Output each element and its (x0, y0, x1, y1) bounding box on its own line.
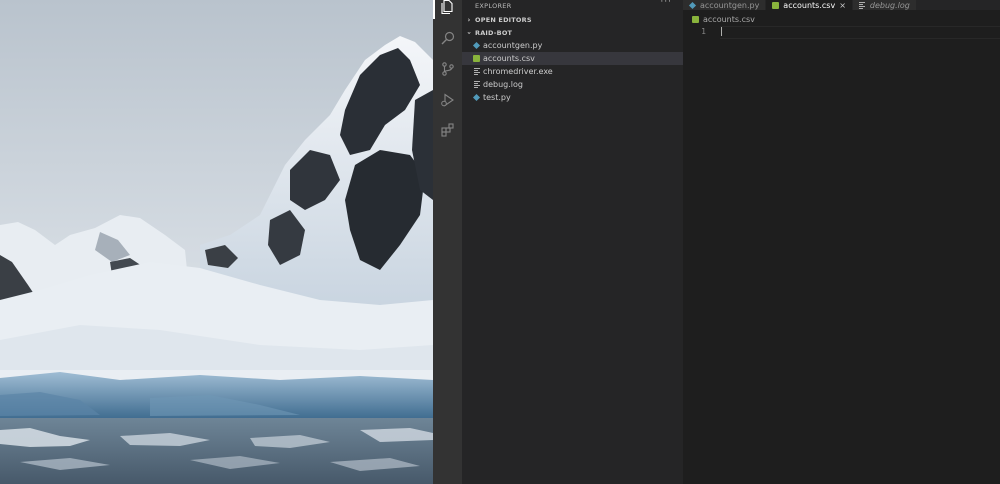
tab-label: accountgen.py (700, 0, 760, 10)
search-icon (441, 31, 454, 44)
breadcrumb[interactable]: accounts.csv (683, 13, 755, 25)
python-file-icon (472, 93, 481, 102)
tab-label: accounts.csv (783, 0, 836, 10)
file-item-accounts[interactable]: accounts.csv (462, 52, 683, 65)
desktop-wallpaper (0, 0, 433, 484)
open-editors-section[interactable]: › OPEN EDITORS (462, 13, 683, 26)
project-folder-label: RAID-BOT (475, 28, 513, 37)
line-number: 1 (701, 27, 706, 36)
tab-debug-log[interactable]: debug.log (852, 0, 917, 10)
open-editors-label: OPEN EDITORS (475, 15, 532, 24)
text-file-icon (859, 1, 866, 9)
python-file-icon (688, 1, 697, 9)
search-activity-button[interactable] (433, 23, 462, 52)
editor-tabs: accountgen.py accounts.csv × debug.log (683, 0, 1000, 10)
file-name: accounts.csv (483, 54, 535, 63)
close-icon[interactable]: × (839, 1, 846, 10)
current-line-highlight (720, 26, 1000, 39)
file-name: debug.log (483, 80, 523, 89)
run-debug-icon (440, 92, 454, 107)
csv-file-icon (772, 1, 780, 9)
source-control-activity-button[interactable] (433, 54, 462, 83)
run-debug-activity-button[interactable] (433, 85, 462, 114)
chevron-down-icon: › (465, 30, 473, 35)
csv-file-icon (473, 55, 480, 62)
files-icon (440, 0, 453, 14)
text-file-icon (473, 68, 480, 75)
code-editor[interactable]: 1 (683, 26, 1000, 39)
breadcrumb-file[interactable]: accounts.csv (703, 15, 755, 24)
python-file-icon (472, 41, 481, 50)
file-item-test[interactable]: test.py (462, 91, 683, 104)
chevron-right-icon: › (467, 15, 471, 24)
explorer-activity-button[interactable] (433, 0, 462, 21)
csv-file-icon (692, 15, 699, 23)
file-name: accountgen.py (483, 41, 543, 50)
file-name: test.py (483, 93, 511, 102)
ellipsis-icon[interactable]: ··· (660, 0, 672, 7)
editor-area: accountgen.py accounts.csv × debug.log a… (683, 0, 1000, 484)
mountain-landscape-image (0, 0, 433, 484)
source-control-icon (441, 61, 454, 76)
activity-bar (433, 0, 462, 484)
extensions-activity-button[interactable] (433, 115, 462, 144)
tab-accountgen[interactable]: accountgen.py (683, 0, 767, 10)
project-folder-section[interactable]: › RAID-BOT (462, 26, 683, 39)
text-cursor (721, 27, 722, 36)
text-file-icon (473, 81, 480, 88)
explorer-sidebar: EXPLORER ··· › OPEN EDITORS › RAID-BOT a… (462, 0, 683, 484)
file-item-chromedriver[interactable]: chromedriver.exe (462, 65, 683, 78)
explorer-header: EXPLORER ··· (462, 0, 683, 11)
tab-label: debug.log (869, 0, 910, 10)
file-item-debug-log[interactable]: debug.log (462, 78, 683, 91)
vscode-window: EXPLORER ··· › OPEN EDITORS › RAID-BOT a… (433, 0, 1000, 484)
file-item-accountgen[interactable]: accountgen.py (462, 39, 683, 52)
tab-accounts-csv[interactable]: accounts.csv × (766, 0, 853, 10)
explorer-title: EXPLORER (475, 1, 512, 10)
file-name: chromedriver.exe (483, 67, 553, 76)
extensions-icon (440, 122, 454, 137)
